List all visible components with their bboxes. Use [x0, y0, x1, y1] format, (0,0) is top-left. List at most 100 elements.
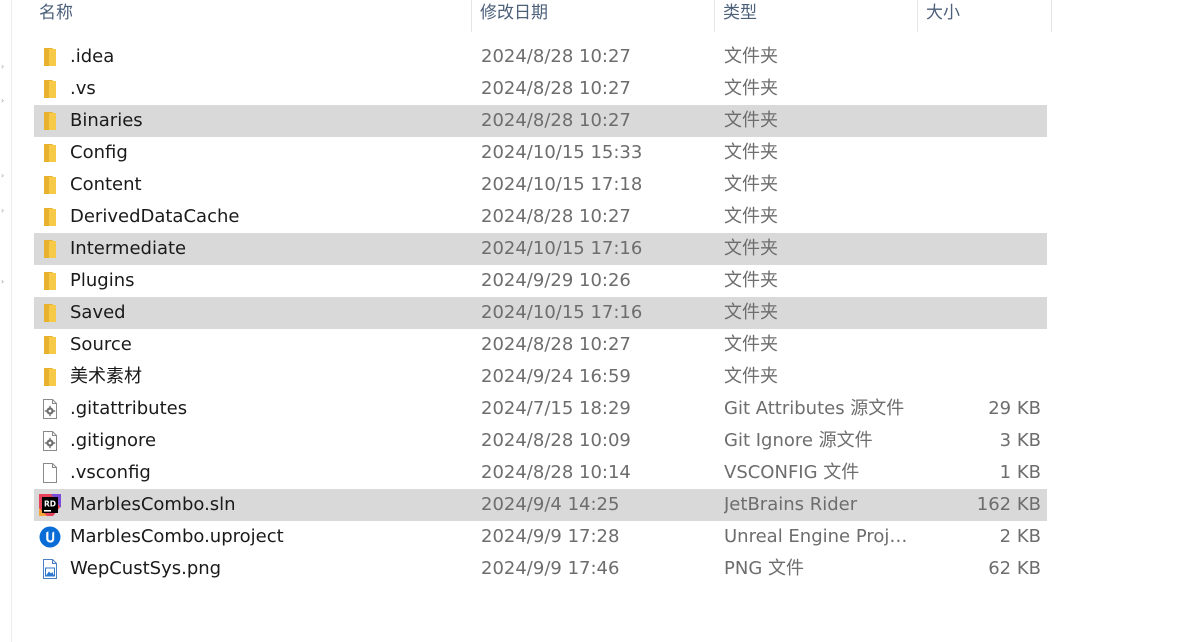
- file-row[interactable]: Binaries 2024/8/28 10:27 文件夹: [34, 105, 1047, 137]
- folder-icon: [40, 79, 60, 99]
- file-row[interactable]: .gitignore 2024/8/28 10:09 Git Ignore 源文件 3…: [34, 425, 1047, 457]
- file-size: [924, 73, 1041, 105]
- chevron-right-icon[interactable]: ›: [1, 63, 7, 71]
- file-date-modified: 2024/10/15 17:18: [481, 174, 643, 195]
- file-date-modified: 2024/8/28 10:27: [481, 110, 631, 131]
- file-type: Git Ignore 源文件: [724, 430, 873, 451]
- file-name: .vsconfig: [70, 462, 151, 483]
- file-name: Content: [70, 174, 142, 195]
- chevron-right-icon[interactable]: ›: [1, 97, 7, 105]
- column-header-date-label: 修改日期: [480, 3, 548, 23]
- file-row[interactable]: Source 2024/8/28 10:27 文件夹: [34, 329, 1047, 361]
- file-date-modified: 2024/9/29 10:26: [481, 270, 631, 291]
- file-row[interactable]: .vsconfig 2024/8/28 10:14 VSCONFIG 文件 1 KB: [34, 457, 1047, 489]
- file-row[interactable]: RD MarblesCombo.sln 2024/9/4 14:25 JetBrai…: [34, 489, 1047, 521]
- file-row[interactable]: Plugins 2024/9/29 10:26 文件夹: [34, 265, 1047, 297]
- file-type: VSCONFIG 文件: [724, 462, 860, 483]
- file-date-modified: 2024/8/28 10:27: [481, 46, 631, 67]
- chevron-right-icon[interactable]: ›: [1, 207, 7, 215]
- file-type: 文件夹: [724, 110, 778, 131]
- file-name: .vs: [70, 78, 96, 99]
- folder-icon: [40, 111, 60, 131]
- file-row[interactable]: WepCustSys.png 2024/9/9 17:46 PNG 文件 62 KB: [34, 553, 1047, 585]
- file-size: 3 KB: [999, 430, 1041, 451]
- file-name: 美术素材: [70, 366, 142, 387]
- file-size: [924, 201, 1041, 233]
- file-type: PNG 文件: [724, 558, 804, 579]
- file-name: .gitignore: [70, 430, 157, 451]
- file-name: Plugins: [70, 270, 135, 291]
- file-type: 文件夹: [724, 78, 778, 99]
- file-size: 62 KB: [988, 558, 1041, 579]
- file-explorer-window: › › › › › 名称 修改日期 类型 大小 .idea 2024/8/28 1…: [0, 0, 1180, 642]
- file-date-modified: 2024/7/15 18:29: [481, 398, 631, 419]
- file-row[interactable]: Intermediate 2024/10/15 17:16 文件夹: [34, 233, 1047, 265]
- file-date-modified: 2024/10/15 15:33: [481, 142, 643, 163]
- folder-icon: [40, 335, 60, 355]
- column-header-size[interactable]: 大小: [918, 0, 1052, 32]
- file-size: 1 KB: [999, 462, 1041, 483]
- file-type: 文件夹: [724, 142, 778, 163]
- file-name: Intermediate: [70, 238, 187, 259]
- file-row[interactable]: 美术素材 2024/9/24 16:59 文件夹: [34, 361, 1047, 393]
- file-type: 文件夹: [724, 206, 778, 227]
- chevron-right-icon[interactable]: ›: [1, 278, 7, 286]
- file-type: 文件夹: [724, 302, 778, 323]
- file-type: Unreal Engine Proje...: [724, 526, 914, 547]
- file-row[interactable]: MarblesCombo.uproject 2024/9/9 17:28 Unrea…: [34, 521, 1047, 553]
- file-size: [924, 105, 1041, 137]
- rider-icon: RD: [39, 494, 61, 516]
- column-header-name[interactable]: 名称: [29, 0, 472, 32]
- column-header-date-modified[interactable]: 修改日期: [472, 0, 715, 32]
- file-type: 文件夹: [724, 238, 778, 259]
- file-size: [924, 169, 1041, 201]
- navigation-pane-edge: › › › › ›: [0, 0, 12, 642]
- file-date-modified: 2024/9/4 14:25: [481, 494, 620, 515]
- folder-icon: [40, 175, 60, 195]
- file-name: DerivedDataCache: [70, 206, 240, 227]
- chevron-right-icon[interactable]: ›: [1, 172, 7, 180]
- file-name: MarblesCombo.uproject: [70, 526, 284, 547]
- file-date-modified: 2024/8/28 10:27: [481, 78, 631, 99]
- file-row[interactable]: .vs 2024/8/28 10:27 文件夹: [34, 73, 1047, 105]
- file-row[interactable]: Content 2024/10/15 17:18 文件夹: [34, 169, 1047, 201]
- folder-icon: [40, 143, 60, 163]
- file-date-modified: 2024/8/28 10:14: [481, 462, 631, 483]
- column-header-type[interactable]: 类型: [715, 0, 918, 32]
- rider-icon-text: RD: [44, 500, 56, 509]
- folder-icon: [40, 367, 60, 387]
- folder-icon: [40, 207, 60, 227]
- file-size: 2 KB: [999, 526, 1041, 547]
- file-size: [924, 265, 1041, 297]
- file-date-modified: 2024/8/28 10:27: [481, 206, 631, 227]
- file-date-modified: 2024/9/24 16:59: [481, 366, 631, 387]
- file-row[interactable]: .gitattributes 2024/7/15 18:29 Git Attribu…: [34, 393, 1047, 425]
- column-header-name-label: 名称: [39, 3, 73, 23]
- column-header-row: 名称 修改日期 类型 大小: [12, 0, 1052, 32]
- file-size: 29 KB: [988, 398, 1041, 419]
- file-name: Config: [70, 142, 128, 163]
- blank-file-icon: [40, 463, 60, 483]
- file-type: 文件夹: [724, 174, 778, 195]
- file-row[interactable]: .idea 2024/8/28 10:27 文件夹: [34, 41, 1047, 73]
- file-date-modified: 2024/10/15 17:16: [481, 238, 643, 259]
- file-size: [924, 41, 1041, 73]
- file-date-modified: 2024/8/28 10:09: [481, 430, 631, 451]
- file-date-modified: 2024/10/15 17:16: [481, 302, 643, 323]
- file-row[interactable]: Config 2024/10/15 15:33 文件夹: [34, 137, 1047, 169]
- file-name: Saved: [70, 302, 126, 323]
- file-date-modified: 2024/8/28 10:27: [481, 334, 631, 355]
- config-file-icon: [40, 399, 60, 419]
- file-size: [924, 297, 1041, 329]
- config-file-icon: [40, 431, 60, 451]
- file-type: 文件夹: [724, 270, 778, 291]
- file-size: [924, 361, 1041, 393]
- file-row[interactable]: DerivedDataCache 2024/8/28 10:27 文件夹: [34, 201, 1047, 233]
- file-size: [924, 137, 1041, 169]
- file-name: Source: [70, 334, 132, 355]
- file-name: WepCustSys.png: [70, 558, 222, 579]
- file-row[interactable]: Saved 2024/10/15 17:16 文件夹: [34, 297, 1047, 329]
- file-date-modified: 2024/9/9 17:28: [481, 526, 620, 547]
- folder-icon: [40, 271, 60, 291]
- folder-icon: [40, 239, 60, 259]
